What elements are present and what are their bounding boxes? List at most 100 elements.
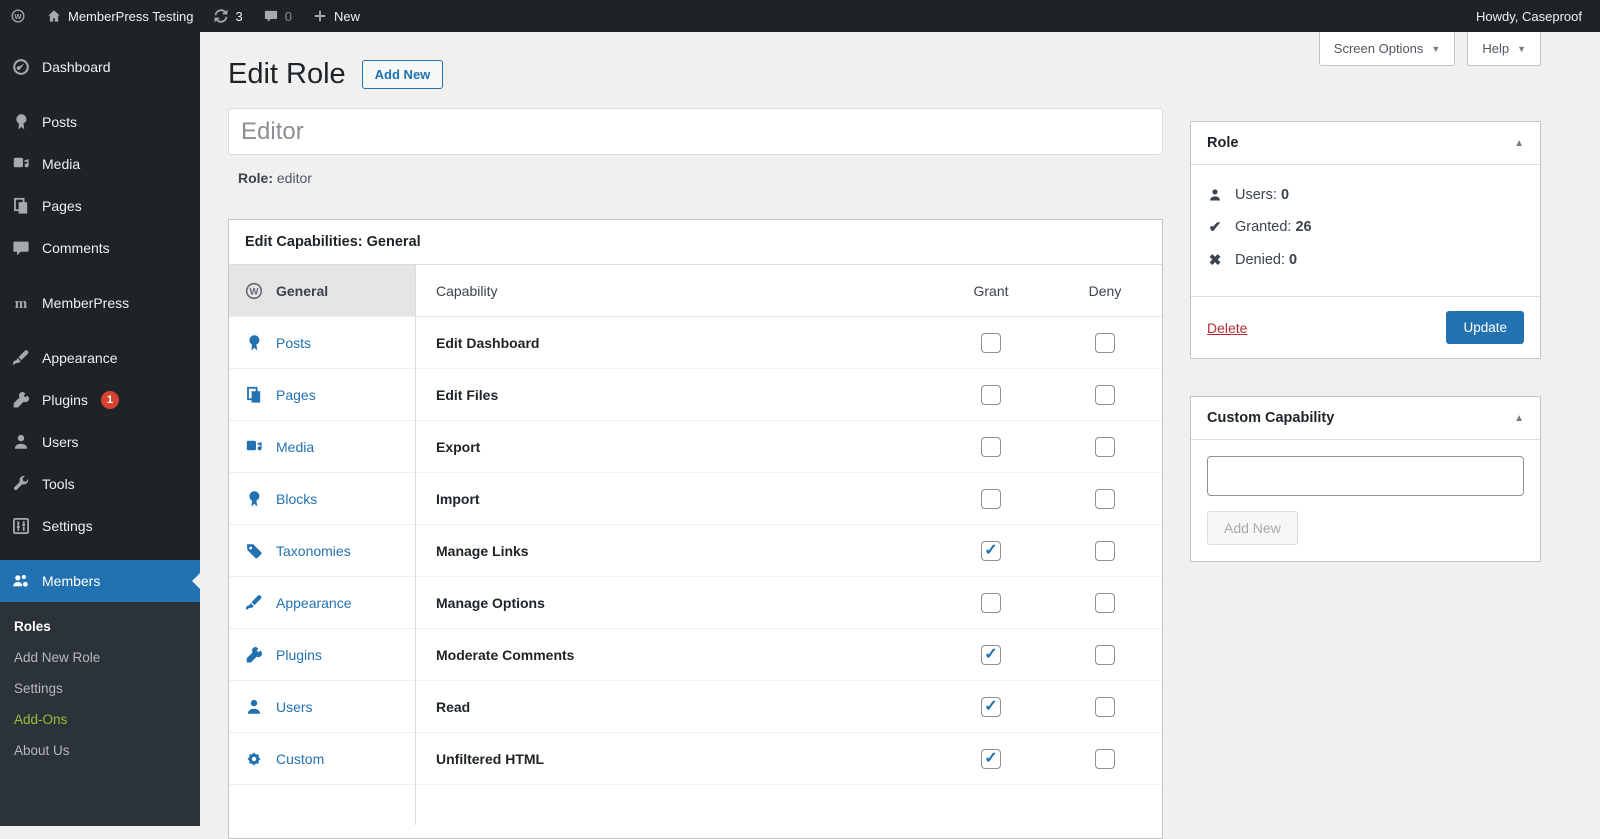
column-deny: Deny (1088, 282, 1122, 299)
deny-checkbox[interactable] (1095, 748, 1115, 769)
grant-checkbox[interactable] (981, 592, 1001, 613)
members-group-icon (11, 571, 31, 591)
sidebar-item-dashboard[interactable]: Dashboard (0, 46, 200, 88)
grant-checkbox[interactable] (981, 540, 1001, 561)
deny-checkbox[interactable] (1095, 696, 1115, 717)
grant-checkbox[interactable] (981, 748, 1001, 769)
deny-checkbox[interactable] (1095, 540, 1115, 561)
screen-options-toggle[interactable]: Screen Options ▼ (1318, 32, 1456, 66)
active-menu-notch (184, 573, 200, 589)
table-row: Import (416, 473, 1162, 525)
submenu-item-roles[interactable]: Roles (0, 611, 200, 642)
sidebar-item-posts[interactable]: Posts (0, 101, 200, 143)
collapse-toggle-icon[interactable]: ▲ (1514, 413, 1524, 424)
deny-checkbox[interactable] (1095, 644, 1115, 665)
sidebar-item-members[interactable]: Members (0, 560, 200, 602)
tab-general[interactable]: General (229, 265, 415, 317)
sidebar-item-plugins[interactable]: Plugins 1 (0, 379, 200, 421)
users-label: Users: (1235, 187, 1277, 203)
tab-posts[interactable]: Posts (229, 317, 415, 369)
tab-taxonomies[interactable]: Taxonomies (229, 525, 415, 577)
collapse-toggle-icon[interactable]: ▲ (1514, 138, 1524, 149)
update-role-button[interactable]: Update (1446, 311, 1524, 344)
grant-checkbox[interactable] (981, 436, 1001, 457)
tab-appearance[interactable]: Appearance (229, 577, 415, 629)
tab-media[interactable]: Media (229, 421, 415, 473)
plugins-update-badge: 1 (100, 391, 119, 409)
wordpress-logo-icon (10, 8, 26, 24)
sidebar-item-appearance[interactable]: Appearance (0, 337, 200, 379)
custom-capability-input[interactable] (1207, 456, 1524, 496)
capability-label: Moderate Comments (436, 646, 575, 663)
sidebar-item-label: Appearance (42, 350, 118, 366)
sidebar-item-label: Pages (42, 198, 82, 214)
sidebar-item-media[interactable]: Media (0, 143, 200, 185)
denied-value: 0 (1289, 252, 1298, 268)
deny-checkbox[interactable] (1095, 488, 1115, 509)
sidebar-item-users[interactable]: Users (0, 421, 200, 463)
user-icon (1207, 187, 1223, 203)
add-new-capability-button[interactable]: Add New (1207, 511, 1298, 545)
site-name-link[interactable]: MemberPress Testing (36, 0, 203, 32)
help-toggle[interactable]: Help ▼ (1467, 32, 1541, 66)
home-icon (46, 8, 62, 24)
updates-link[interactable]: 3 (203, 0, 252, 32)
tab-label: Appearance (276, 594, 352, 611)
tab-users[interactable]: Users (229, 681, 415, 733)
capability-label: Unfiltered HTML (436, 750, 545, 767)
sidebar-item-comments[interactable]: Comments (0, 227, 200, 269)
sidebar-item-label: Members (42, 573, 101, 589)
deny-checkbox[interactable] (1095, 384, 1115, 405)
account-menu[interactable]: Howdy, Caseproof (1466, 0, 1600, 32)
custom-capability-postbox: Custom Capability ▲ Add New (1190, 396, 1541, 562)
tab-label: Users (276, 698, 313, 715)
media-icon (11, 154, 31, 174)
submenu-item-add-new-role[interactable]: Add New Role (0, 642, 200, 673)
tab-plugins[interactable]: Plugins (229, 629, 415, 681)
sidebar-item-label: Users (42, 434, 79, 450)
brush-icon (244, 593, 264, 613)
capability-table-header: Capability Grant Deny (416, 265, 1162, 317)
deny-checkbox[interactable] (1095, 436, 1115, 457)
pin-icon (244, 489, 264, 509)
sidebar-item-memberpress[interactable]: MemberPress (0, 282, 200, 324)
deny-checkbox[interactable] (1095, 592, 1115, 613)
grant-checkbox[interactable] (981, 488, 1001, 509)
new-content-menu[interactable]: New (302, 0, 370, 32)
table-row: Unfiltered HTML (416, 733, 1162, 785)
sidebar-item-settings[interactable]: Settings (0, 505, 200, 547)
grant-checkbox[interactable] (981, 332, 1001, 353)
grant-checkbox[interactable] (981, 696, 1001, 717)
tab-blocks[interactable]: Blocks (229, 473, 415, 525)
sidebar-item-label: MemberPress (42, 295, 130, 311)
comments-link[interactable]: 0 (253, 0, 302, 32)
tab-label: Posts (276, 334, 312, 351)
table-row: Moderate Comments (416, 629, 1162, 681)
submenu-item-about-us[interactable]: About Us (0, 735, 200, 766)
sidebar-item-tools[interactable]: Tools (0, 463, 200, 505)
wordpress-logo-menu[interactable] (0, 0, 36, 32)
table-row: Edit Dashboard (416, 317, 1162, 369)
grant-checkbox[interactable] (981, 384, 1001, 405)
role-box-title: Role (1207, 135, 1239, 151)
sidebar-item-label: Dashboard (42, 59, 111, 75)
sidebar-item-pages[interactable]: Pages (0, 185, 200, 227)
submenu-item-settings[interactable]: Settings (0, 673, 200, 704)
role-name-input[interactable] (228, 108, 1163, 155)
capability-label: Manage Links (436, 542, 529, 559)
tab-label: Media (276, 438, 315, 455)
grant-checkbox[interactable] (981, 644, 1001, 665)
x-icon: ✖ (1208, 252, 1222, 269)
sidebar-item-label: Posts (42, 114, 78, 130)
submenu-item-add-ons[interactable]: Add-Ons (0, 704, 200, 735)
main-column: Edit Role Add New Role: editor Edit Capa… (228, 32, 1163, 839)
sidebar-item-label: Tools (42, 476, 75, 492)
tab-custom[interactable]: Custom (229, 733, 415, 785)
column-grant: Grant (973, 282, 1009, 299)
delete-role-link[interactable]: Delete (1207, 320, 1247, 336)
add-new-role-button[interactable]: Add New (361, 60, 444, 89)
deny-checkbox[interactable] (1095, 332, 1115, 353)
tab-label: Blocks (276, 490, 318, 507)
tab-pages[interactable]: Pages (229, 369, 415, 421)
check-icon: ✔ (1208, 219, 1222, 236)
